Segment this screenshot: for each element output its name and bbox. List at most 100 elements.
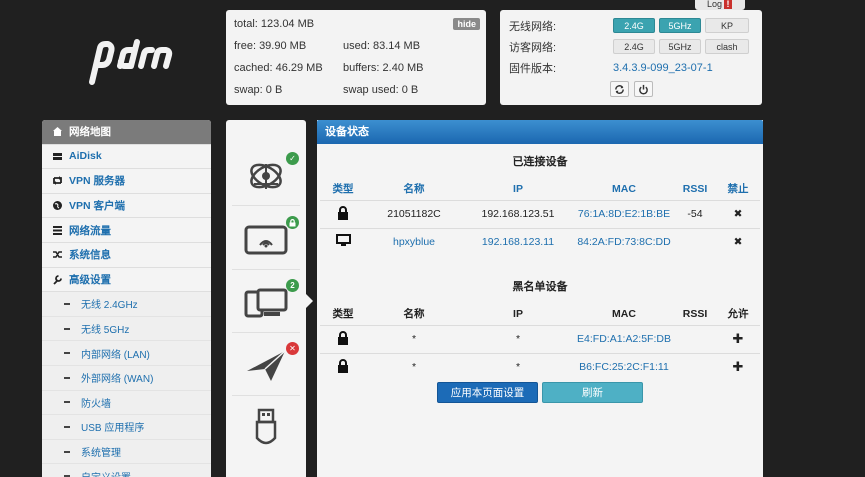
sidebar-sub-label: USB 应用程序 xyxy=(81,423,145,435)
device-name: * xyxy=(366,352,462,381)
blacklist-table: 类型 名称 IP MAC RSSI 允许 * * E4:FD:A1:A2:5F:… xyxy=(320,303,760,381)
refresh-icon xyxy=(614,84,624,94)
wireless-label: 无线网络: xyxy=(509,20,557,33)
device-rssi: -54 xyxy=(674,199,716,228)
guest-2g-button[interactable]: 2.4G xyxy=(613,39,655,54)
blacklist-title: 黑名单设备 xyxy=(512,281,568,293)
col-type: 类型 xyxy=(332,183,354,196)
table-row: * * B6:FC:25:2C:F1:11 ✚ xyxy=(320,352,760,381)
mem-buffers: buffers: 2.40 MB xyxy=(343,62,424,74)
allow-device-button[interactable]: ✚ xyxy=(716,352,760,381)
sidebar: 网络地图 AiDisk VPN 服务器 VPN 客户端 网络流量 系统信息 高级… xyxy=(42,120,211,477)
block-device-button[interactable]: ✖ xyxy=(716,199,760,228)
guest-5g-button[interactable]: 5GHz xyxy=(659,39,701,54)
wireless-kp-button[interactable]: KP xyxy=(705,18,749,33)
sidebar-sub-admin[interactable]: 系统管理 xyxy=(42,439,211,465)
clients-status-button[interactable]: 2 xyxy=(232,273,300,333)
mem-used: used: 83.14 MB xyxy=(343,40,421,52)
sidebar-item-system-info[interactable]: 系统信息 xyxy=(42,243,211,268)
wireless-tablet-icon xyxy=(244,225,288,254)
block-device-button[interactable]: ✖ xyxy=(716,227,760,256)
mem-total: total: 123.04 MB xyxy=(234,18,315,30)
apply-button[interactable]: 应用本页面设置 xyxy=(437,382,538,403)
disk-icon xyxy=(51,150,64,162)
firmware-version-link[interactable]: 3.4.3.9-099_23-07-1 xyxy=(613,62,713,74)
usb-icon xyxy=(255,408,277,445)
col-mac: MAC xyxy=(612,182,636,195)
reboot-button[interactable] xyxy=(609,81,629,97)
internet-globe-icon xyxy=(250,163,282,189)
device-mac-link[interactable]: 84:2A:FD:73:8C:DD xyxy=(574,227,674,256)
sidebar-item-vpn-client[interactable]: VPN 客户端 xyxy=(42,194,211,219)
col-block: 禁止 xyxy=(727,183,749,196)
allow-device-button[interactable]: ✚ xyxy=(716,324,760,353)
sidebar-item-label: 高级设置 xyxy=(69,273,111,286)
sidebar-item-traffic[interactable]: 网络流量 xyxy=(42,218,211,243)
hide-button[interactable]: hide xyxy=(453,18,480,30)
guest-clash-button[interactable]: clash xyxy=(705,39,749,54)
sidebar-item-label: VPN 服务器 xyxy=(69,175,126,188)
sidebar-sub-usb[interactable]: USB 应用程序 xyxy=(42,415,211,440)
sidebar-item-label: VPN 客户端 xyxy=(69,200,126,213)
panel-title: 设备状态 xyxy=(317,120,763,144)
refresh-button[interactable]: 刷新 xyxy=(542,382,643,403)
sidebar-item-network-map[interactable]: 网络地图 xyxy=(42,120,211,145)
lock-icon xyxy=(320,199,366,228)
globe-icon xyxy=(51,200,64,212)
wireless-status-button[interactable] xyxy=(232,210,300,270)
sidebar-sub-custom[interactable]: 自定义设置 xyxy=(42,464,211,477)
plane-icon xyxy=(247,349,286,381)
sidebar-sub-label: 内部网络 (LAN) xyxy=(81,349,150,361)
selection-pointer xyxy=(306,294,313,308)
sidebar-item-aidisk[interactable]: AiDisk xyxy=(42,145,211,170)
device-mac-link[interactable]: E4:FD:A1:A2:5F:DB xyxy=(574,324,674,353)
col-type: 类型 xyxy=(332,308,354,321)
table-row: 21051182C 192.168.123.51 76:1A:8D:E2:1B:… xyxy=(320,199,760,228)
guest-label: 访客网络: xyxy=(509,41,557,54)
col-ip: IP xyxy=(513,182,523,195)
connected-devices-table: 类型 名称 IP MAC RSSI 禁止 21051182C 192.168.1… xyxy=(320,178,760,256)
wireless-2g-button[interactable]: 2.4G xyxy=(613,18,655,33)
sidebar-sub-wan[interactable]: 外部网络 (WAN) xyxy=(42,365,211,391)
mem-swap: swap: 0 B xyxy=(234,84,283,96)
power-button[interactable] xyxy=(633,81,653,97)
device-status-panel: 设备状态 已连接设备 类型 名称 IP MAC RSSI 禁止 21051182… xyxy=(317,120,763,477)
col-rssi: RSSI xyxy=(682,182,708,195)
sidebar-item-advanced[interactable]: 高级设置 xyxy=(42,268,211,293)
sidebar-sub-label: 无线 5GHz xyxy=(81,325,130,337)
sidebar-sub-label: 无线 2.4GHz xyxy=(81,300,138,312)
usb-status-button[interactable] xyxy=(232,398,300,458)
sidebar-sub-firewall[interactable]: 防火墙 xyxy=(42,390,211,416)
sidebar-sub-wireless-24[interactable]: 无线 2.4GHz xyxy=(42,292,211,317)
sidebar-item-label: 系统信息 xyxy=(69,249,111,262)
monitor-icon xyxy=(320,227,366,256)
check-icon: ✓ xyxy=(286,152,299,165)
device-mac-link[interactable]: B6:FC:25:2C:F1:11 xyxy=(574,352,674,381)
device-rssi xyxy=(674,227,716,256)
log-tab[interactable]: Log! xyxy=(695,0,745,10)
device-mac-link[interactable]: 76:1A:8D:E2:1B:BE xyxy=(574,199,674,228)
sidebar-sub-label: 防火墙 xyxy=(81,398,111,410)
col-name: 名称 xyxy=(403,183,425,196)
device-name: * xyxy=(366,324,462,353)
blocked-status-button[interactable]: ✕ xyxy=(232,336,300,396)
log-alert-icon: ! xyxy=(724,0,733,9)
sidebar-item-vpn-server[interactable]: VPN 服务器 xyxy=(42,169,211,194)
sidebar-sub-lan[interactable]: 内部网络 (LAN) xyxy=(42,341,211,366)
sidebar-sub-wireless-5[interactable]: 无线 5GHz xyxy=(42,316,211,342)
mem-swap-used: swap used: 0 B xyxy=(343,84,419,96)
internet-status-button[interactable]: ✓ xyxy=(232,146,300,206)
shuffle-icon xyxy=(51,249,64,261)
device-ip-link[interactable]: 192.168.123.11 xyxy=(462,227,574,256)
sidebar-item-label: 网络地图 xyxy=(69,126,111,139)
wireless-5g-button[interactable]: 5GHz xyxy=(659,18,701,33)
device-ip: 192.168.123.51 xyxy=(462,199,574,228)
traffic-icon xyxy=(51,224,64,236)
lock-icon xyxy=(320,352,366,381)
device-name-link[interactable]: hpxyblue xyxy=(366,227,462,256)
col-allow: 允许 xyxy=(727,308,749,321)
wrench-icon xyxy=(51,273,64,285)
firmware-label: 固件版本: xyxy=(509,62,557,75)
network-map-icon xyxy=(51,126,64,138)
error-icon: ✕ xyxy=(286,342,299,355)
